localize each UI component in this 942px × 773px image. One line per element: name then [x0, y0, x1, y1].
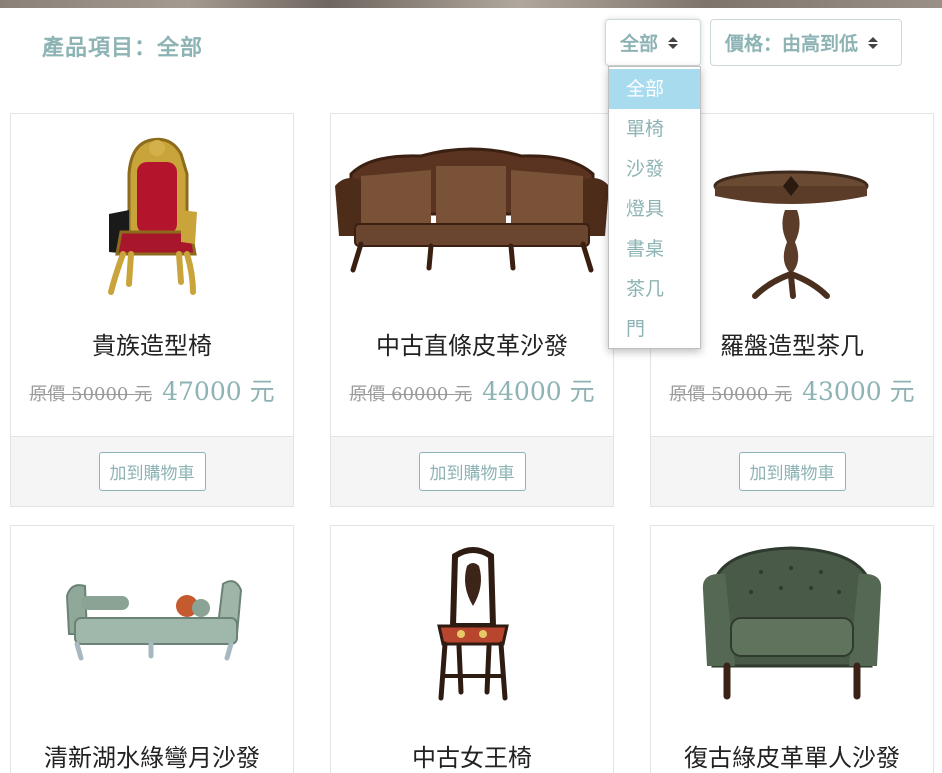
product-card: 清新湖水綠彎月沙發 [10, 525, 294, 773]
product-card: 貴族造型椅 原價 50000 元 47000 元 加到購物車 [10, 113, 294, 507]
price-row: 原價 50000 元 47000 元 [11, 372, 293, 408]
category-select[interactable]: 全部 [605, 19, 701, 66]
original-price: 原價 60000 元 [349, 384, 473, 405]
price-row: 原價 50000 元 43000 元 [651, 372, 933, 408]
original-price: 原價 50000 元 [669, 384, 793, 405]
product-name: 中古女王椅 [412, 744, 532, 772]
add-to-cart-button[interactable]: 加到購物車 [98, 452, 206, 491]
dropdown-option-lamp[interactable]: 燈具 [609, 189, 700, 229]
product-name: 清新湖水綠彎月沙發 [44, 744, 260, 772]
sale-price: 47000 元 [162, 377, 275, 406]
queen-chair-image [437, 547, 509, 701]
add-to-cart-button[interactable]: 加到購物車 [418, 452, 526, 491]
dropdown-option-coffee-table[interactable]: 茶几 [609, 269, 700, 309]
dropdown-option-all[interactable]: 全部 [609, 69, 700, 109]
chaise-sofa-image [65, 580, 243, 661]
product-name: 復古綠皮革單人沙發 [684, 744, 900, 772]
price-sort-value: 價格：由高到低 [725, 33, 859, 55]
original-price: 原價 50000 元 [29, 384, 153, 405]
throne-chair-image [108, 137, 197, 295]
green-armchair-image [702, 546, 882, 700]
product-card: 中古直條皮革沙發 原價 60000 元 44000 元 加到購物車 [330, 113, 614, 507]
dropdown-option-sofa[interactable]: 沙發 [609, 149, 700, 189]
product-name: 貴族造型椅 [92, 332, 212, 360]
dropdown-option-door[interactable]: 門 [609, 309, 700, 349]
sort-caret-icon [668, 36, 679, 49]
leather-sofa-image [335, 147, 609, 273]
product-name: 中古直條皮革沙發 [376, 332, 568, 360]
dropdown-option-desk[interactable]: 書桌 [609, 229, 700, 269]
category-dropdown-menu: 全部 單椅 沙發 燈具 書桌 茶几 門 [608, 66, 701, 349]
sale-price: 43000 元 [802, 377, 915, 406]
product-card: 復古綠皮革單人沙發 [650, 525, 934, 773]
page-title: 產品項目：全部 [42, 36, 204, 61]
card-footer: 加到購物車 [11, 436, 293, 506]
price-sort-select[interactable]: 價格：由高到低 [710, 19, 902, 66]
add-to-cart-button[interactable]: 加到購物車 [738, 452, 846, 491]
sort-caret-icon [868, 36, 879, 49]
price-row: 原價 60000 元 44000 元 [331, 372, 613, 408]
card-footer: 加到購物車 [331, 436, 613, 506]
category-select-value: 全部 [620, 33, 659, 55]
card-footer: 加到購物車 [651, 436, 933, 506]
product-card: 中古女王椅 [330, 525, 614, 773]
dropdown-option-chair[interactable]: 單椅 [609, 109, 700, 149]
sale-price: 44000 元 [482, 377, 595, 406]
hero-banner-strip [0, 0, 942, 8]
